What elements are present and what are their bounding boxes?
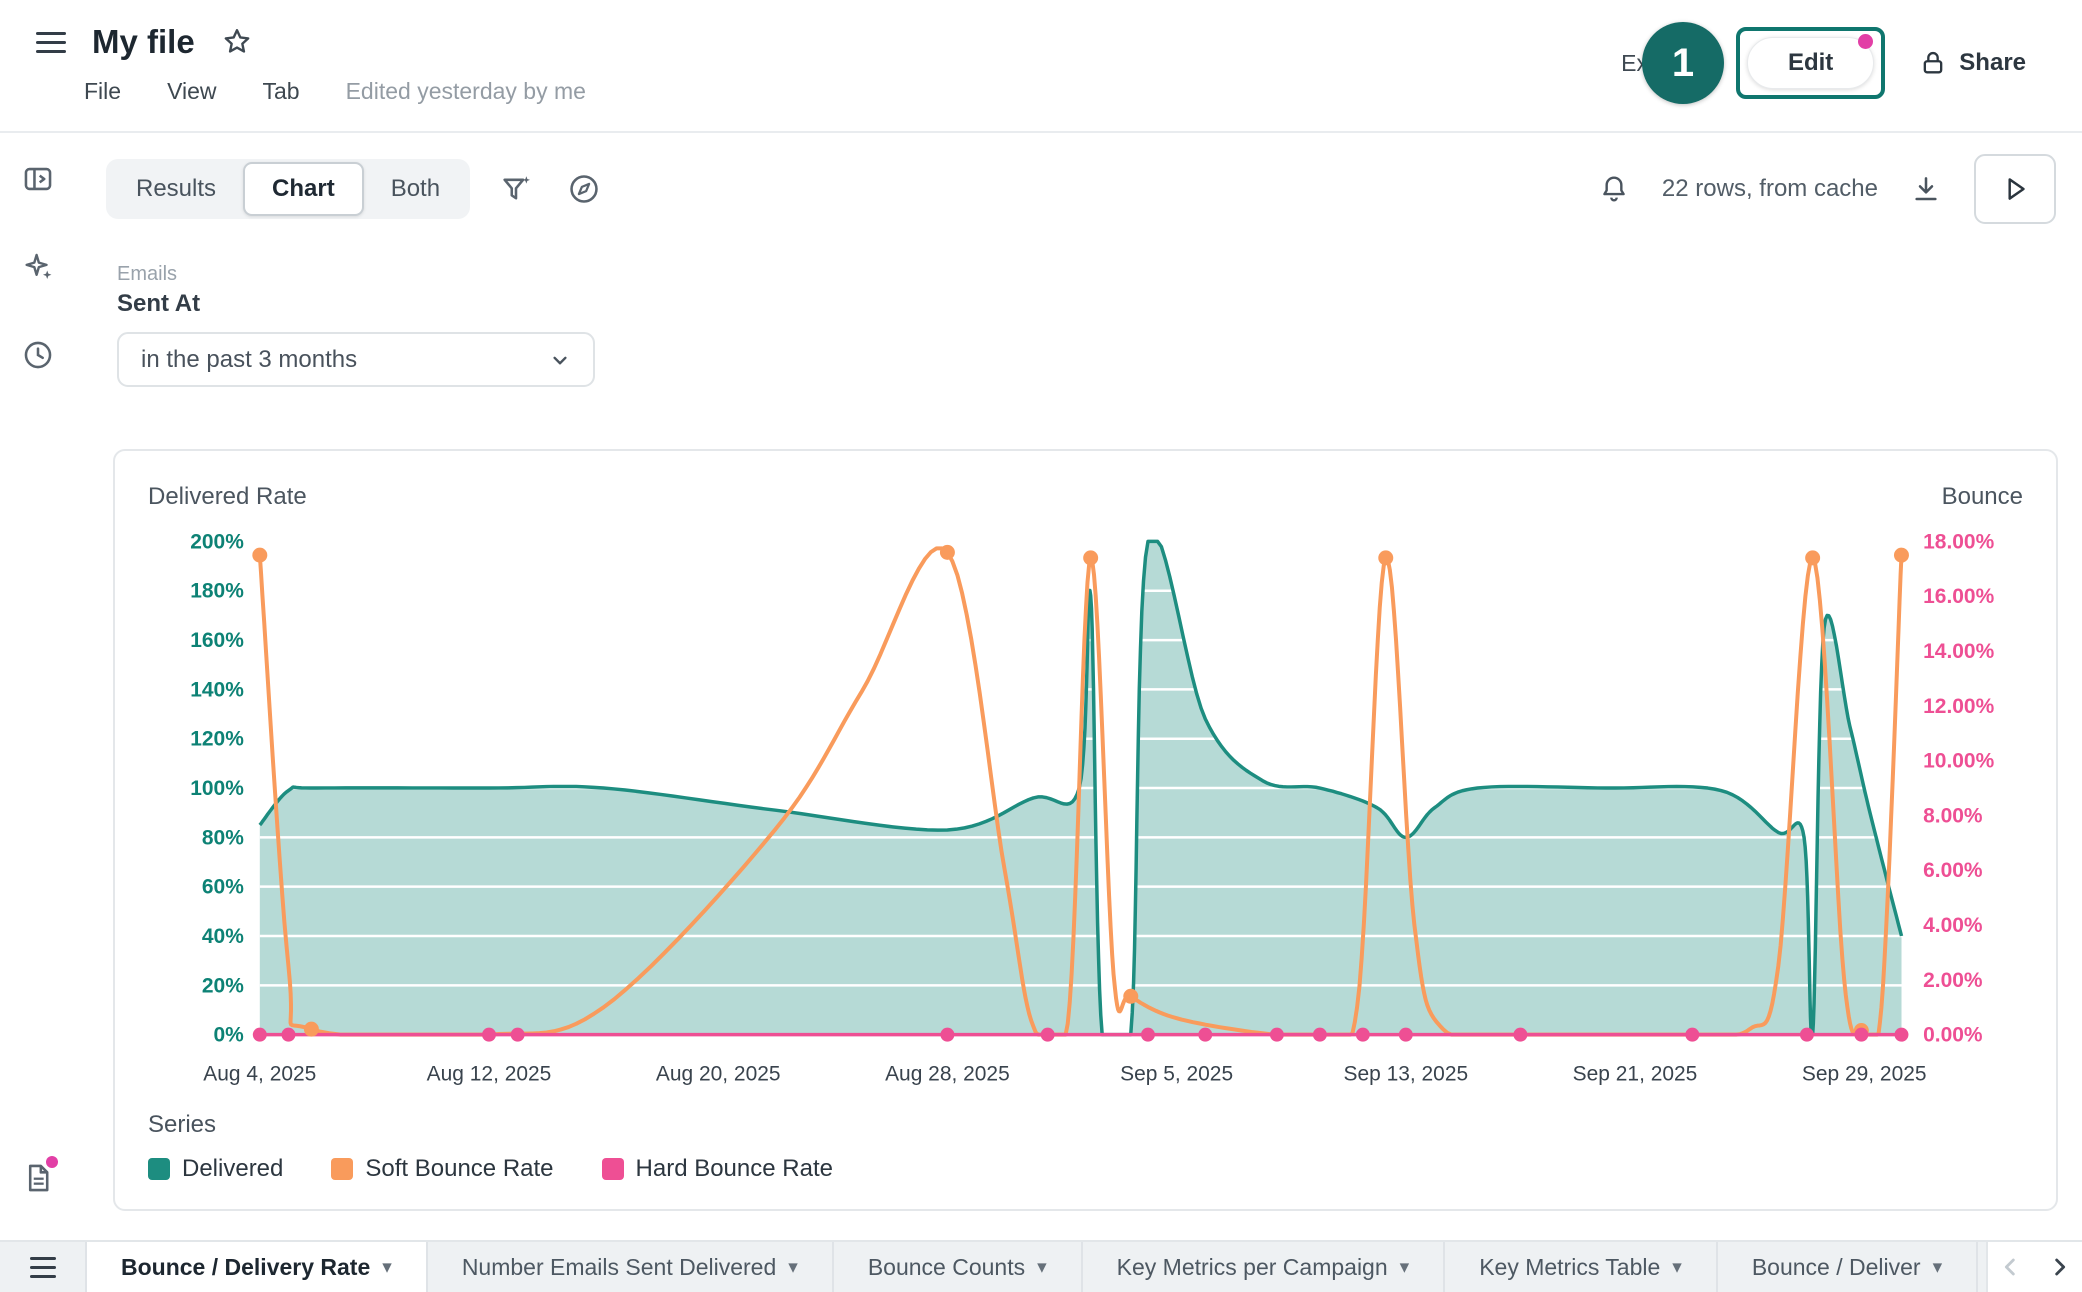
- hard-bounce-swatch: [602, 1158, 624, 1180]
- legend-item-delivered[interactable]: Delivered: [148, 1155, 283, 1183]
- chevron-down-icon: [547, 347, 573, 373]
- filter-field-label: Sent At: [117, 290, 2082, 318]
- main-menu-icon[interactable]: [36, 32, 66, 53]
- rows-status: 22 rows, from cache: [1662, 175, 1878, 203]
- menu-view[interactable]: View: [167, 78, 216, 105]
- menu-file[interactable]: File: [84, 78, 121, 105]
- caret-down-icon[interactable]: ▾: [1400, 1256, 1410, 1279]
- scroll-tabs-left-icon[interactable]: [1997, 1253, 2025, 1281]
- view-switcher: Results Chart Both: [106, 159, 470, 219]
- svg-text:Sep 29, 2025: Sep 29, 2025: [1802, 1063, 1927, 1086]
- svg-text:180%: 180%: [190, 580, 244, 603]
- open-panel-icon[interactable]: [16, 157, 60, 201]
- svg-text:20%: 20%: [202, 974, 244, 997]
- tab-key-metrics-per-campaign[interactable]: Key Metrics per Campaign▾: [1083, 1242, 1446, 1292]
- tab-bounce-delivery-rate[interactable]: Bounce / Delivery Rate▾: [85, 1242, 428, 1292]
- menu-tab[interactable]: Tab: [263, 78, 300, 105]
- svg-text:140%: 140%: [190, 678, 244, 701]
- tab-bounce-deliver-truncated[interactable]: Bounce / Deliver▾: [1718, 1242, 1978, 1292]
- document-notification-dot: [46, 1156, 58, 1168]
- top-bar: My file File View Tab Edited yesterday b…: [0, 0, 2082, 133]
- svg-text:6.00%: 6.00%: [1923, 859, 1983, 882]
- notification-bell-icon[interactable]: [1592, 167, 1636, 211]
- legend-item-soft-bounce[interactable]: Soft Bounce Rate: [331, 1155, 553, 1183]
- caret-down-icon[interactable]: ▾: [1037, 1256, 1047, 1279]
- svg-text:4.00%: 4.00%: [1923, 914, 1983, 937]
- svg-text:Aug 20, 2025: Aug 20, 2025: [656, 1063, 781, 1086]
- svg-text:14.00%: 14.00%: [1923, 640, 1994, 663]
- edit-button[interactable]: Edit: [1747, 37, 1874, 89]
- tabs-strip: Bounce / Delivery Rate▾ Number Emails Se…: [85, 1242, 1986, 1292]
- tab-results[interactable]: Results: [109, 162, 243, 216]
- explore-compass-icon[interactable]: [562, 167, 606, 211]
- chart-toolbar: Results Chart Both: [75, 133, 2082, 219]
- tab-bounce-counts[interactable]: Bounce Counts▾: [834, 1242, 1083, 1292]
- filter-group-label: Emails: [117, 263, 2082, 286]
- legend-title: Series: [148, 1111, 2029, 1139]
- left-axis-title: Delivered Rate: [148, 483, 307, 511]
- tabs-menu-icon[interactable]: [0, 1242, 85, 1292]
- svg-text:18.00%: 18.00%: [1923, 530, 1994, 553]
- lock-icon: [1919, 49, 1947, 77]
- page-title: My file: [92, 23, 195, 61]
- svg-text:200%: 200%: [190, 530, 244, 553]
- ai-sparkles-icon[interactable]: [16, 245, 60, 289]
- svg-text:Sep 13, 2025: Sep 13, 2025: [1343, 1063, 1468, 1086]
- right-axis-title: Bounce: [1942, 483, 2023, 511]
- svg-text:0.00%: 0.00%: [1923, 1024, 1983, 1047]
- svg-text:Aug 28, 2025: Aug 28, 2025: [885, 1063, 1010, 1086]
- bottom-tab-bar: Bounce / Delivery Rate▾ Number Emails Se…: [0, 1240, 2082, 1292]
- soft-bounce-swatch: [331, 1158, 353, 1180]
- delivered-swatch: [148, 1158, 170, 1180]
- svg-text:40%: 40%: [202, 925, 244, 948]
- download-icon[interactable]: [1904, 167, 1948, 211]
- caret-down-icon[interactable]: ▾: [1933, 1256, 1943, 1279]
- svg-text:Sep 21, 2025: Sep 21, 2025: [1573, 1063, 1698, 1086]
- tab-scroll-nav: [1986, 1242, 2082, 1292]
- edited-note: Edited yesterday by me: [346, 78, 586, 105]
- svg-text:12.00%: 12.00%: [1923, 695, 1994, 718]
- sent-at-dropdown[interactable]: in the past 3 months: [117, 332, 595, 387]
- svg-text:16.00%: 16.00%: [1923, 585, 1994, 608]
- history-clock-icon[interactable]: [16, 333, 60, 377]
- caret-down-icon[interactable]: ▾: [788, 1256, 798, 1279]
- tab-key-metrics-table[interactable]: Key Metrics Table▾: [1445, 1242, 1718, 1292]
- svg-text:2.00%: 2.00%: [1923, 969, 1983, 992]
- tab-number-emails-sent-delivered[interactable]: Number Emails Sent Delivered▾: [428, 1242, 834, 1292]
- share-button[interactable]: Share: [1919, 49, 2026, 77]
- legend-item-hard-bounce[interactable]: Hard Bounce Rate: [602, 1155, 833, 1183]
- scroll-tabs-right-icon[interactable]: [2045, 1253, 2073, 1281]
- filter-block: Emails Sent At in the past 3 months: [117, 263, 2082, 387]
- annotation-badge-1: 1: [1642, 22, 1724, 104]
- svg-text:0%: 0%: [214, 1024, 245, 1047]
- caret-down-icon[interactable]: ▾: [382, 1256, 392, 1279]
- document-pages-icon[interactable]: [16, 1156, 60, 1200]
- svg-text:Sep 5, 2025: Sep 5, 2025: [1120, 1063, 1233, 1086]
- tab-chart[interactable]: Chart: [243, 162, 364, 216]
- svg-text:60%: 60%: [202, 876, 244, 899]
- play-icon: [1998, 172, 2032, 206]
- chart-legend: Delivered Soft Bounce Rate Hard Bounce R…: [148, 1155, 2029, 1183]
- svg-text:8.00%: 8.00%: [1923, 804, 1983, 827]
- sent-at-value: in the past 3 months: [141, 346, 547, 374]
- filter-funnel-icon[interactable]: [494, 167, 538, 211]
- annotation-highlight-ring: Edit: [1736, 27, 1885, 99]
- app-window: My file File View Tab Edited yesterday b…: [0, 0, 2082, 1292]
- run-query-button[interactable]: [1974, 154, 2056, 224]
- svg-text:100%: 100%: [190, 777, 244, 800]
- svg-text:80%: 80%: [202, 826, 244, 849]
- edit-notification-dot: [1858, 34, 1873, 49]
- chart-card: Delivered Rate Bounce 0% 20% 40% 60% 80% 100%…: [113, 449, 2058, 1211]
- left-sidebar: [0, 133, 75, 1240]
- svg-text:Aug 4, 2025: Aug 4, 2025: [203, 1063, 316, 1086]
- share-label: Share: [1959, 49, 2026, 77]
- svg-text:10.00%: 10.00%: [1923, 750, 1994, 773]
- delivery-bounce-chart[interactable]: 0% 20% 40% 60% 80% 100% 120% 140% 160% 180% 200% 0.…: [142, 517, 2029, 1107]
- caret-down-icon[interactable]: ▾: [1672, 1256, 1682, 1279]
- svg-text:160%: 160%: [190, 629, 244, 652]
- favorite-star-icon[interactable]: [221, 26, 253, 58]
- svg-text:120%: 120%: [190, 728, 244, 751]
- tab-both[interactable]: Both: [364, 162, 467, 216]
- svg-text:Aug 12, 2025: Aug 12, 2025: [427, 1063, 552, 1086]
